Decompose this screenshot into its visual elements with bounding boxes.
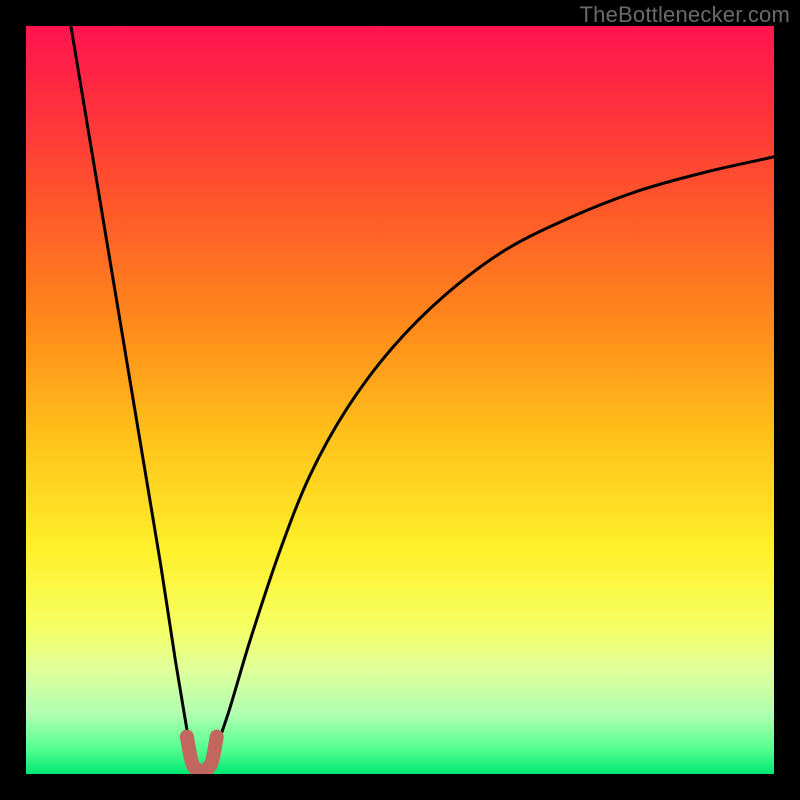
- watermark-text: TheBottlenecker.com: [580, 2, 790, 28]
- gradient-background: [26, 26, 774, 774]
- bottleneck-plot: [26, 26, 774, 774]
- chart-frame: TheBottlenecker.com: [0, 0, 800, 800]
